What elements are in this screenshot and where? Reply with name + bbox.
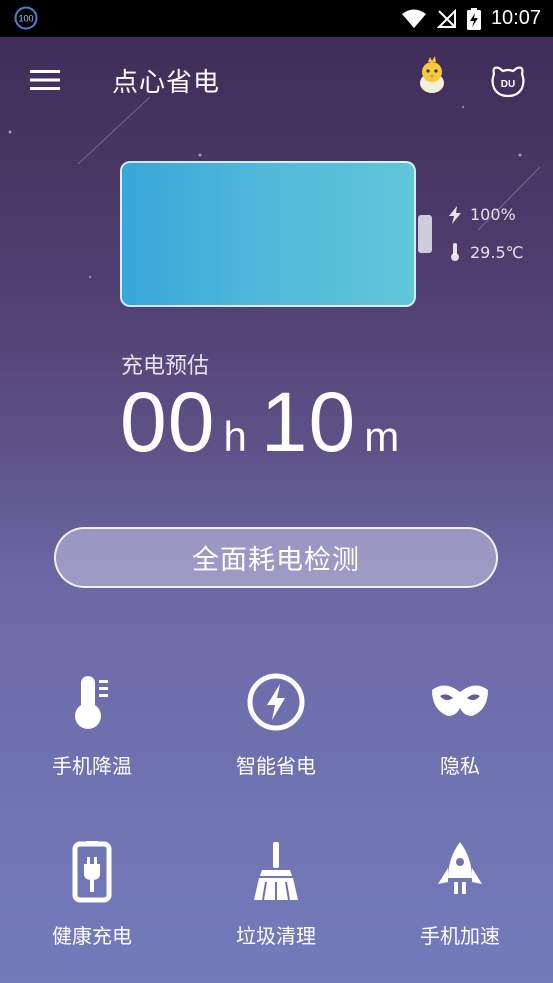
battery-temperature-row: 29.5℃	[448, 242, 524, 262]
mask-icon	[432, 685, 488, 716]
feature-label: 智能省电	[236, 754, 316, 778]
app-title: 点心省电	[112, 68, 221, 98]
battery-level-display	[120, 161, 416, 307]
feature-phone-cooling[interactable]: 手机降温	[0, 670, 184, 820]
feature-label: 手机加速	[420, 924, 500, 948]
estimate-hours-unit: h	[223, 413, 247, 460]
rocket-icon	[438, 842, 482, 894]
estimate-minutes: 10	[260, 375, 357, 469]
battery-percent: 100%	[470, 205, 516, 224]
notification-badge-icon: 100	[14, 6, 38, 30]
lightning-circle-icon	[247, 673, 305, 731]
battery-tip	[418, 215, 432, 253]
du-bear-icon[interactable]: DU	[490, 64, 526, 98]
feature-phone-boost[interactable]: 手机加速	[368, 840, 552, 983]
no-signal-icon	[436, 8, 456, 28]
battery-charging-icon	[466, 7, 481, 30]
chick-mascot-icon[interactable]	[414, 56, 450, 94]
menu-icon[interactable]	[30, 68, 60, 92]
lightning-icon	[449, 205, 461, 224]
estimate-hours: 00	[120, 375, 216, 469]
svg-text:DU: DU	[501, 79, 515, 90]
feature-junk-cleaning[interactable]: 垃圾清理	[184, 840, 368, 983]
thermometer-icon	[75, 676, 108, 729]
feature-smart-saving[interactable]: 智能省电	[184, 670, 368, 820]
feature-label: 健康充电	[52, 924, 132, 948]
feature-label: 隐私	[440, 754, 480, 778]
broom-icon	[254, 842, 298, 901]
app-bar: 点心省电 DU	[0, 50, 553, 110]
phone-plug-icon	[72, 841, 112, 903]
notification-badge-text: 100	[18, 14, 33, 24]
feature-label: 垃圾清理	[236, 924, 316, 948]
temperature-icon	[451, 243, 459, 261]
feature-privacy[interactable]: 隐私	[368, 670, 552, 820]
charge-estimate-time: 00 h 10 m	[120, 380, 413, 464]
estimate-minutes-unit: m	[364, 413, 400, 460]
battery-percent-row: 100%	[448, 205, 516, 224]
wifi-icon	[401, 9, 426, 28]
feature-healthy-charging[interactable]: 健康充电	[0, 840, 184, 983]
status-bar: 100 10:07	[0, 0, 553, 37]
feature-label: 手机降温	[52, 754, 132, 778]
battery-temperature: 29.5℃	[470, 242, 524, 262]
status-time: 10:07	[490, 7, 541, 29]
full-power-check-button[interactable]: 全面耗电检测	[54, 527, 498, 588]
